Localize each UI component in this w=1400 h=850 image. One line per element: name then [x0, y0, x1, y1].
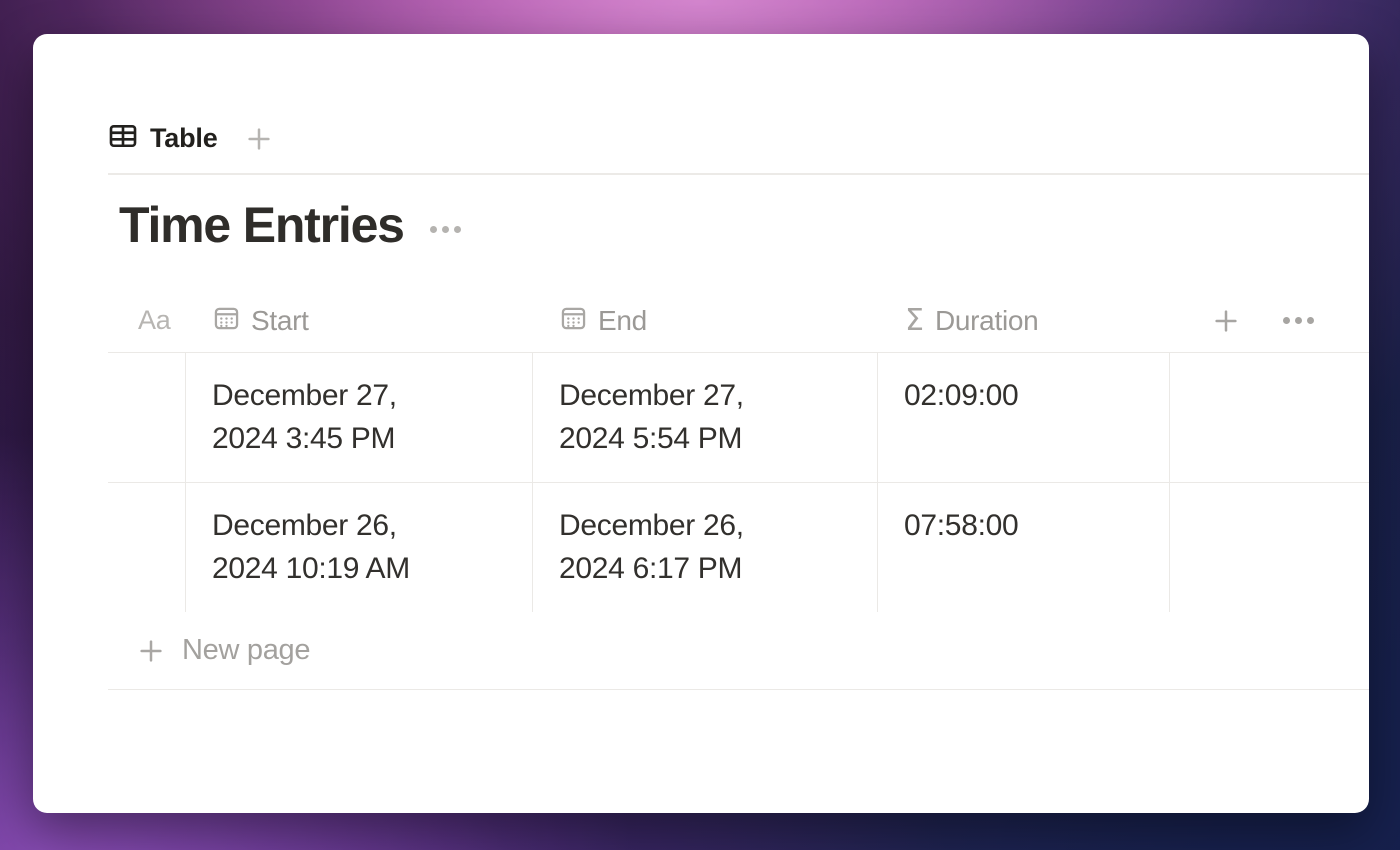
column-header-duration[interactable]: Σ Duration — [877, 289, 1169, 352]
plus-icon — [136, 636, 166, 666]
page-title-row: Time Entries — [119, 200, 465, 250]
cell-duration[interactable]: 02:09:00 — [877, 353, 1169, 482]
dot — [1307, 317, 1314, 324]
dot — [1283, 317, 1290, 324]
page-more-options-button[interactable] — [426, 216, 465, 243]
tab-divider — [108, 173, 1369, 175]
sigma-formula-icon: Σ — [905, 302, 924, 338]
cell-title[interactable] — [108, 483, 185, 612]
column-header-start[interactable]: Start — [185, 289, 532, 352]
database-table: Aa Start End Σ Duration December 27, 202… — [108, 289, 1369, 690]
table-row[interactable]: December 26, 2024 10:19 AM December 26, … — [108, 482, 1369, 612]
cell-duration[interactable]: 07:58:00 — [877, 483, 1169, 612]
cell-start-line2: 2024 10:19 AM — [212, 551, 410, 585]
dot — [429, 225, 437, 233]
add-property-button[interactable] — [1211, 306, 1241, 336]
tab-table[interactable]: Table — [108, 121, 218, 156]
cell-end-line1: December 27, — [559, 379, 744, 412]
cell-start[interactable]: December 26, 2024 10:19 AM — [185, 483, 532, 612]
cell-end-line2: 2024 5:54 PM — [559, 421, 743, 455]
cell-extra[interactable] — [1169, 353, 1369, 482]
dot — [441, 225, 449, 233]
cell-end-line2: 2024 6:17 PM — [559, 551, 743, 585]
cell-start[interactable]: December 27, 2024 3:45 PM — [185, 353, 532, 482]
column-header-label: End — [598, 304, 647, 336]
column-header-label: Aa — [138, 305, 171, 335]
cell-start-line1: December 26, — [212, 509, 397, 542]
new-page-label: New page — [182, 634, 311, 666]
cell-end[interactable]: December 27, 2024 5:54 PM — [532, 353, 877, 482]
notion-page-card: Table Time Entries Aa Start End Σ Durati… — [33, 34, 1369, 813]
cell-end-line1: December 26, — [559, 509, 744, 542]
column-header-end[interactable]: End — [532, 289, 877, 352]
cell-extra[interactable] — [1169, 483, 1369, 612]
cell-start-line1: December 27, — [212, 379, 397, 412]
view-tab-strip: Table — [33, 34, 1369, 172]
column-header-label: Duration — [934, 304, 1039, 336]
dot — [1295, 317, 1302, 324]
column-header-label: Start — [251, 304, 309, 336]
cell-start-line2: 2024 3:45 PM — [212, 421, 396, 455]
table-row[interactable]: December 27, 2024 3:45 PM December 27, 2… — [108, 352, 1369, 482]
tab-label: Table — [150, 123, 218, 153]
cell-title[interactable] — [108, 353, 185, 482]
add-view-button[interactable] — [238, 122, 280, 156]
table-header-actions — [1169, 306, 1316, 336]
dot — [453, 225, 461, 233]
calendar-date-icon — [560, 305, 587, 337]
table-more-options-button[interactable] — [1281, 309, 1316, 332]
calendar-date-icon — [213, 305, 240, 337]
column-header-title[interactable]: Aa — [108, 289, 185, 352]
table-header-row: Aa Start End Σ Duration — [108, 289, 1369, 352]
page-title[interactable]: Time Entries — [119, 200, 405, 250]
cell-end[interactable]: December 26, 2024 6:17 PM — [532, 483, 877, 612]
table-grid-icon — [108, 121, 138, 156]
new-page-row-button[interactable]: New page — [108, 612, 1369, 690]
